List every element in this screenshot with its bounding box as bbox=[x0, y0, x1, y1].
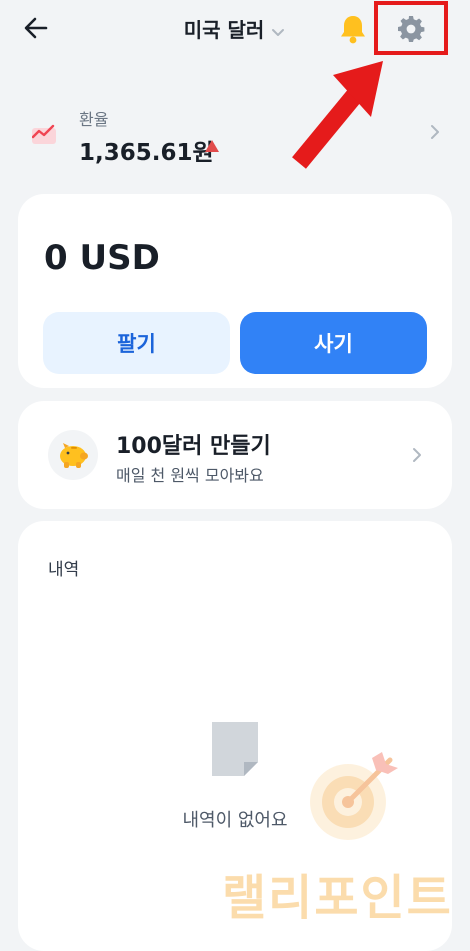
chevron-right-icon bbox=[431, 125, 439, 139]
balance-amount: 0 USD bbox=[44, 238, 160, 278]
history-title: 내역 bbox=[48, 560, 80, 580]
empty-document-icon bbox=[212, 722, 258, 776]
watermark-target-logo bbox=[310, 752, 398, 840]
bell-icon[interactable] bbox=[338, 13, 368, 45]
highlight-box bbox=[374, 1, 448, 55]
chart-trend-icon bbox=[32, 124, 56, 144]
sell-button[interactable]: 팔기 bbox=[43, 312, 230, 374]
rate-label: 환율 bbox=[79, 110, 109, 129]
promo-title: 100달러 만들기 bbox=[116, 434, 271, 459]
buy-button[interactable]: 사기 bbox=[240, 312, 427, 374]
rate-value: 1,365.61원 bbox=[79, 140, 214, 166]
triangle-up-icon bbox=[205, 140, 219, 152]
watermark-text: 랠리포인트 bbox=[222, 870, 453, 926]
chevron-down-icon bbox=[272, 28, 285, 36]
pointer-arrow bbox=[292, 61, 383, 169]
chevron-right-icon bbox=[413, 448, 421, 462]
promo-subtitle: 매일 천 원씩 모아봐요 bbox=[116, 466, 264, 485]
page-title: 미국 달러 bbox=[183, 18, 265, 42]
piggy-bank-icon bbox=[60, 443, 88, 468]
